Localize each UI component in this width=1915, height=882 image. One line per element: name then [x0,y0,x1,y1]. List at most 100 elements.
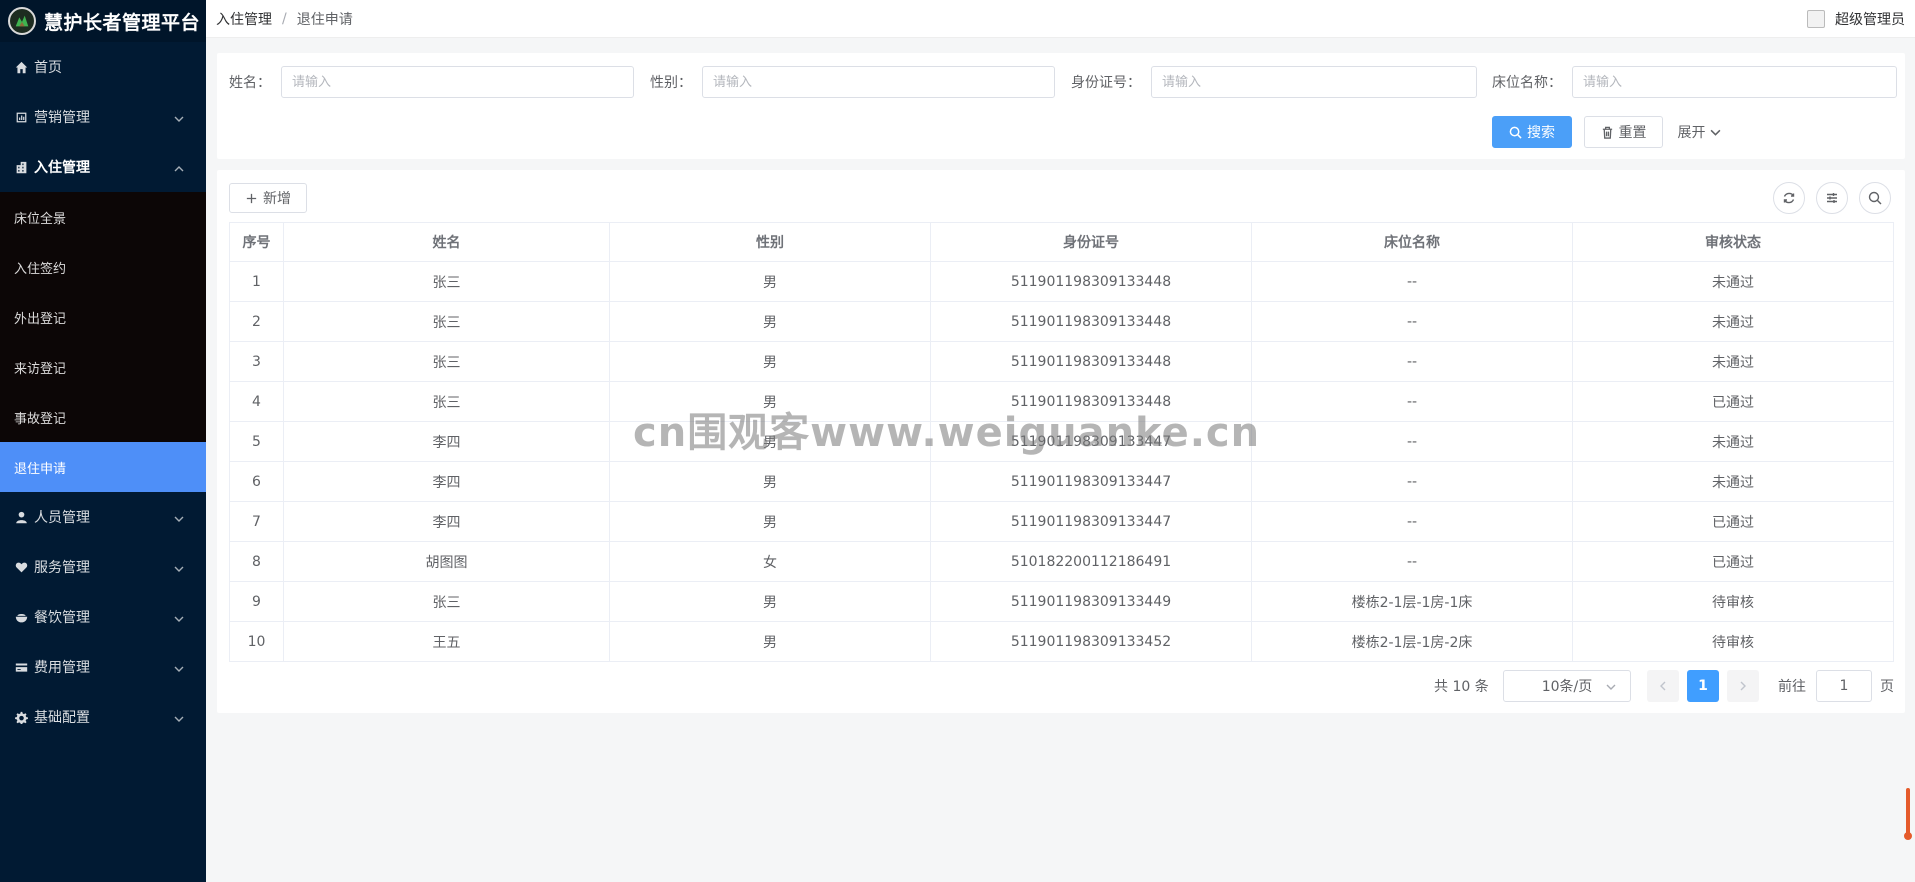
gear-icon [14,710,28,724]
sidebar-subitem-accident-register[interactable]: 事故登记 [0,392,206,442]
reset-button[interactable]: 重置 [1584,116,1663,148]
column-header-id-number: 身份证号 [930,222,1252,262]
field-label: 身份证号： [1071,75,1141,91]
field-label: 性别： [650,75,692,91]
cell-gender: 男 [609,261,931,302]
page-suffix: 页 [1880,679,1894,695]
sidebar-item-catering[interactable]: 餐饮管理 [0,592,206,642]
cell-gender: 男 [609,501,931,542]
table-header-row: 序号 姓名 性别 身份证号 床位名称 审核状态 [229,222,1894,262]
cell-index: 10 [229,621,284,662]
refresh-button[interactable] [1773,182,1805,214]
bed-name-input[interactable] [1572,66,1897,98]
avatar [1807,10,1825,28]
sidebar-item-label: 入住管理 [34,160,90,176]
table-panel: 新增 序号 姓名 性别 身份证号 床位名称 审核状态 1 张三 男 511901… [217,170,1905,713]
table-row[interactable]: 3 张三 男 511901198309133448 -- 未通过 [229,341,1894,382]
table-row[interactable]: 9 张三 男 511901198309133449 楼栋2-1层-1房-1床 待… [229,581,1894,622]
cell-review-status: 已通过 [1572,501,1894,542]
sidebar-subitem-checkout-application[interactable]: 退住申请 [0,442,206,492]
sidebar-item-service[interactable]: 服务管理 [0,542,206,592]
search-field-gender: 性别： [650,66,1055,98]
sidebar-item-marketing[interactable]: 营销管理 [0,92,206,142]
sidebar-item-label: 人员管理 [34,510,90,526]
cell-gender: 女 [609,541,931,582]
sidebar-item-home[interactable]: 首页 [0,42,206,92]
sidebar-item-checkin[interactable]: 入住管理 [0,142,206,192]
sidebar-subitem-bed-overview[interactable]: 床位全景 [0,192,206,242]
heart-hand-icon [14,560,28,574]
chevron-down-icon [174,562,184,572]
prev-page-button[interactable] [1647,670,1679,702]
cell-review-status: 已通过 [1572,541,1894,582]
search-field-name: 姓名： [229,66,634,98]
chevron-right-icon [1740,681,1746,691]
cell-id-number: 511901198309133447 [930,501,1252,542]
field-label: 床位名称： [1492,75,1562,91]
next-page-button[interactable] [1727,670,1759,702]
search-field-id-number: 身份证号： [1071,66,1477,98]
cell-bed-name: -- [1251,301,1573,342]
cell-review-status: 未通过 [1572,421,1894,462]
cell-name: 李四 [283,501,610,542]
cell-review-status: 未通过 [1572,461,1894,502]
id-number-input[interactable] [1151,66,1477,98]
chevron-left-icon [1660,681,1666,691]
card-icon [14,660,28,674]
search-icon [1868,191,1882,205]
cell-bed-name: 楼栋2-1层-1房-2床 [1251,621,1573,662]
cell-bed-name: -- [1251,421,1573,462]
page-size-select[interactable]: 10条/页 [1503,670,1631,702]
cell-gender: 男 [609,581,931,622]
search-icon [1509,126,1522,139]
sidebar-item-label: 营销管理 [34,110,90,126]
chevron-down-icon [174,712,184,722]
sidebar-item-staff[interactable]: 人员管理 [0,492,206,542]
goto-label: 前往 [1778,679,1806,695]
chevron-down-icon [174,112,184,122]
cell-index: 7 [229,501,284,542]
column-settings-button[interactable] [1816,182,1848,214]
sidebar-subitem-checkin-contract[interactable]: 入住签约 [0,242,206,292]
table-row[interactable]: 7 李四 男 511901198309133447 -- 已通过 [229,501,1894,542]
header: 入住管理 / 退住申请 超级管理员 [206,0,1915,38]
cell-id-number: 511901198309133449 [930,581,1252,622]
sidebar-item-label: 服务管理 [34,560,90,576]
column-header-bed-name: 床位名称 [1251,222,1573,262]
cell-name: 李四 [283,421,610,462]
add-button[interactable]: 新增 [229,183,307,213]
expand-button-label: 展开 [1677,125,1706,141]
cell-review-status: 未通过 [1572,301,1894,342]
cell-bed-name: 楼栋2-1层-1房-1床 [1251,581,1573,622]
sidebar-item-base-config[interactable]: 基础配置 [0,692,206,742]
home-icon [14,60,28,74]
cell-review-status: 已通过 [1572,381,1894,422]
sidebar-item-label: 基础配置 [34,710,90,726]
cell-review-status: 待审核 [1572,581,1894,622]
name-input[interactable] [281,66,634,98]
table-row[interactable]: 2 张三 男 511901198309133448 -- 未通过 [229,301,1894,342]
chevron-down-icon [1710,129,1720,136]
user-menu[interactable]: 超级管理员 [1807,0,1905,38]
goto-page-input[interactable] [1816,670,1872,702]
table-row[interactable]: 6 李四 男 511901198309133447 -- 未通过 [229,461,1894,502]
expand-button[interactable]: 展开 [1673,116,1725,148]
table-row[interactable]: 5 李四 男 511901198309133447 -- 未通过 [229,421,1894,462]
sidebar-subitem-visitor-register[interactable]: 来访登记 [0,342,206,392]
page-number-current[interactable]: 1 [1687,670,1719,702]
gender-input[interactable] [702,66,1055,98]
table-row[interactable]: 8 胡图图 女 510182200112186491 -- 已通过 [229,541,1894,582]
table-row[interactable]: 1 张三 男 511901198309133448 -- 未通过 [229,261,1894,302]
reset-button-label: 重置 [1618,125,1647,141]
sidebar-item-fees[interactable]: 费用管理 [0,642,206,692]
next-page-wrap [1727,670,1759,702]
column-header-name: 姓名 [283,222,610,262]
table-row[interactable]: 4 张三 男 511901198309133448 -- 已通过 [229,381,1894,422]
sidebar-subitem-outing-register[interactable]: 外出登记 [0,292,206,342]
search-toggle-button[interactable] [1859,182,1891,214]
cell-id-number: 511901198309133447 [930,461,1252,502]
search-button[interactable]: 搜索 [1492,116,1572,148]
cell-name: 张三 [283,381,610,422]
table-row[interactable]: 10 王五 男 511901198309133452 楼栋2-1层-1房-2床 … [229,621,1894,662]
breadcrumb-item-checkin[interactable]: 入住管理 [216,9,272,29]
